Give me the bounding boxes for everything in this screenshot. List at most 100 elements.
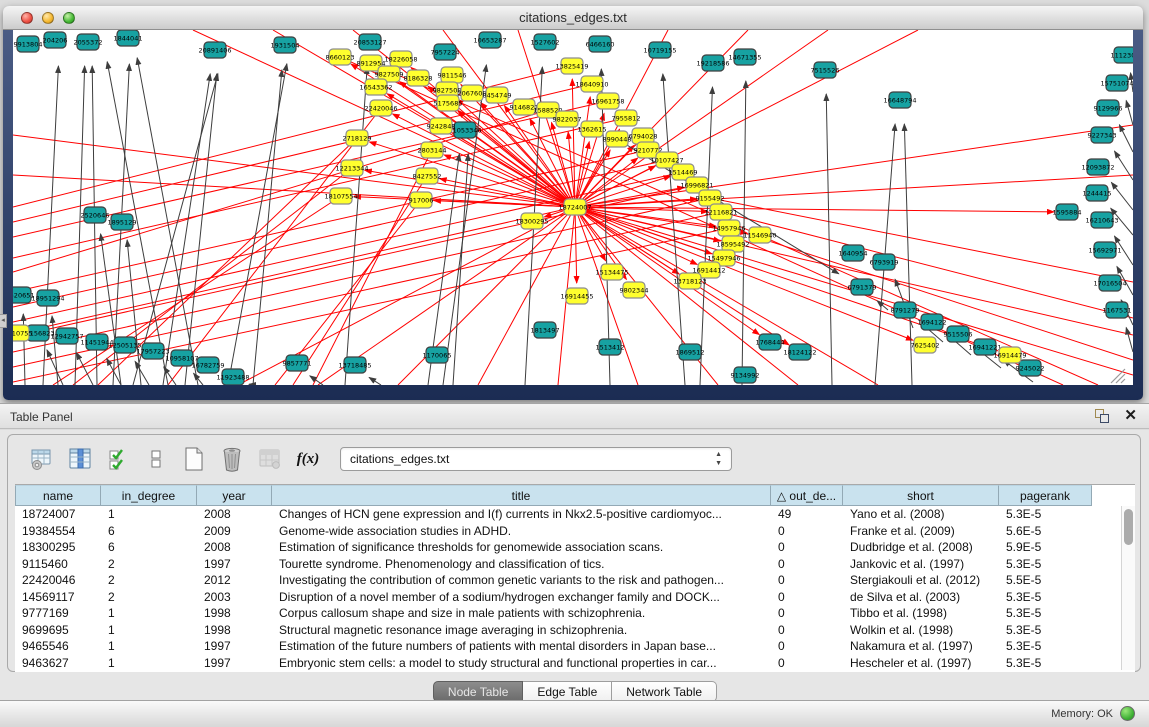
graph-node[interactable]: 8427552 (413, 168, 442, 184)
graph-node[interactable]: 2718129 (343, 130, 372, 146)
column-header-year[interactable]: year (197, 485, 272, 506)
tab-edge-table[interactable]: Edge Table (523, 681, 612, 702)
graph-node[interactable]: 22420046 (364, 100, 397, 116)
graph-node[interactable]: 1170065 (423, 347, 452, 363)
table-row[interactable]: 1938455462009Genome-wide association stu… (15, 523, 1135, 540)
graph-node[interactable]: 7957224 (431, 44, 460, 60)
graph-node[interactable]: 16914455 (560, 288, 593, 304)
table-vertical-scrollbar[interactable] (1121, 506, 1135, 670)
graph-node[interactable]: 9129966 (1094, 100, 1123, 116)
graph-node[interactable]: 8990448 (603, 131, 632, 147)
scrollbar-thumb[interactable] (1124, 509, 1133, 545)
tab-node-table[interactable]: Node Table (433, 681, 524, 702)
table-row[interactable]: 969969511998Structural magnetic resonanc… (15, 622, 1135, 639)
graph-node[interactable]: 14957946 (712, 220, 745, 236)
graph-node[interactable]: 12942757 (50, 328, 83, 344)
graph-node[interactable]: 9913804 (14, 36, 43, 52)
table-row[interactable]: 1830029562008Estimation of significance … (15, 539, 1135, 556)
insert-column-icon[interactable] (66, 445, 94, 473)
table-row[interactable]: 946554611997Estimation of the future num… (15, 638, 1135, 655)
network-view-window[interactable]: citations_edges.txt 9913804204206 2055372… (3, 6, 1143, 400)
table-row[interactable]: 1456911722003Disruption of a novel membe… (15, 589, 1135, 606)
graph-node[interactable]: 18226058 (384, 51, 417, 67)
column-header-in_degree[interactable]: in_degree (101, 485, 197, 506)
graph-node[interactable]: 1640954 (839, 245, 868, 261)
column-header-pagerank[interactable]: pagerank (999, 485, 1092, 506)
memory-status-icon[interactable] (1120, 706, 1135, 721)
table-row[interactable]: 911546021997Tourette syndrome. Phenomeno… (15, 556, 1135, 573)
graph-node[interactable]: 18300295 (515, 213, 548, 229)
graph-node[interactable]: 2803144 (418, 142, 447, 158)
graph-node[interactable]: 917006 (409, 192, 434, 208)
graph-node[interactable]: 204206 (43, 32, 68, 48)
graph-node[interactable]: 1813497 (531, 322, 560, 338)
table-row[interactable]: 946362711997Embryonic stem cells: a mode… (15, 655, 1135, 672)
table-body[interactable]: 1872400712008Changes of HCN gene express… (15, 506, 1135, 671)
graph-node[interactable]: 8454749 (483, 87, 512, 103)
graph-node[interactable]: 17016504 (1093, 275, 1126, 291)
column-header-short[interactable]: short (843, 485, 999, 506)
graph-node[interactable]: 20891406 (198, 42, 231, 58)
graph-node[interactable]: 8791279 (891, 302, 920, 318)
graph-node[interactable]: 15692971 (1088, 242, 1121, 258)
row-height-icon[interactable] (142, 445, 170, 473)
table-row[interactable]: 2242004622012Investigating the contribut… (15, 572, 1135, 589)
graph-node[interactable]: 9857771 (283, 355, 312, 371)
delete-icon[interactable] (218, 445, 246, 473)
graph-node[interactable]: 1844041 (114, 30, 143, 46)
graph-node[interactable]: 15751074 (1100, 75, 1133, 91)
graph-node[interactable]: 6793919 (870, 254, 899, 270)
graph-node[interactable]: 9242848 (427, 118, 456, 134)
graph-node[interactable]: 1112304 (1111, 47, 1133, 63)
graph-node[interactable]: 1527602 (531, 34, 560, 50)
graph-node[interactable]: 9811546 (438, 67, 467, 83)
tab-network-table[interactable]: Network Table (612, 681, 717, 702)
graph-node[interactable]: 16210643 (1085, 212, 1118, 228)
graph-node[interactable]: 5175685 (434, 95, 463, 111)
graph-node[interactable]: 1694122 (918, 314, 947, 330)
float-panel-icon[interactable] (1094, 408, 1110, 424)
table-row[interactable]: 977716911998Corpus callosum shape and si… (15, 605, 1135, 622)
left-panel-collapse-handle[interactable]: ◂ (0, 314, 7, 328)
graph-node[interactable]: 1595884 (1053, 204, 1082, 220)
window-titlebar[interactable]: citations_edges.txt (3, 6, 1143, 30)
table-selector-dropdown[interactable]: citations_edges.txt ▲▼ (340, 447, 732, 471)
select-rows-icon[interactable] (104, 445, 132, 473)
graph-node[interactable]: 13718485 (338, 357, 371, 373)
column-header-title[interactable]: title (272, 485, 771, 506)
graph-node[interactable]: 10719155 (643, 42, 676, 58)
graph-node[interactable]: 20853127 (353, 34, 386, 50)
graph-node[interactable]: 9802344 (620, 282, 649, 298)
graph-node[interactable]: 2520646 (81, 207, 110, 223)
graph-node[interactable]: 7625402 (911, 337, 940, 353)
table-settings-icon[interactable] (28, 445, 56, 473)
graph-node[interactable]: 6466160 (586, 36, 615, 52)
graph-node[interactable]: 18640910 (575, 76, 608, 92)
graph-node[interactable]: 11923488 (216, 369, 249, 385)
graph-node[interactable]: 14671355 (728, 49, 761, 65)
graph-node[interactable]: 10653287 (473, 32, 506, 48)
graph-node[interactable]: 1931504 (271, 37, 300, 53)
graph-node[interactable]: 1167531 (1103, 302, 1132, 318)
graph-node[interactable]: 18107554 (324, 188, 357, 204)
new-file-icon[interactable] (180, 445, 208, 473)
network-canvas[interactable]: 9913804204206 2055372 1844041 20891406 19315… (13, 30, 1133, 385)
function-builder-icon[interactable]: f(x) (294, 445, 322, 473)
graph-node[interactable]: 2055372 (74, 34, 103, 50)
column-header-out_de[interactable]: △ out_de... (771, 485, 843, 506)
graph-node[interactable]: 16648794 (883, 92, 916, 108)
graph-node[interactable]: 9134992 (731, 367, 760, 383)
graph-node[interactable]: 1513412 (596, 339, 625, 355)
graph-node[interactable]: 1768444 (756, 334, 785, 350)
graph-node[interactable]: 6791379 (848, 279, 877, 295)
graph-node[interactable]: 18951294 (31, 290, 64, 306)
graph-node[interactable]: 16961758 (591, 93, 624, 109)
graph-node[interactable]: 1895129 (108, 214, 137, 230)
network-graph-svg[interactable]: 9913804204206 2055372 1844041 20891406 19315… (13, 30, 1133, 385)
graph-node[interactable]: 13825419 (555, 58, 588, 74)
column-header-name[interactable]: name (15, 485, 101, 506)
table-row[interactable]: 1872400712008Changes of HCN gene express… (15, 506, 1135, 523)
graph-node[interactable]: 1869512 (676, 344, 705, 360)
graph-node[interactable]: 19218586 (696, 55, 729, 71)
graph-node[interactable]: 9515506 (944, 326, 973, 342)
